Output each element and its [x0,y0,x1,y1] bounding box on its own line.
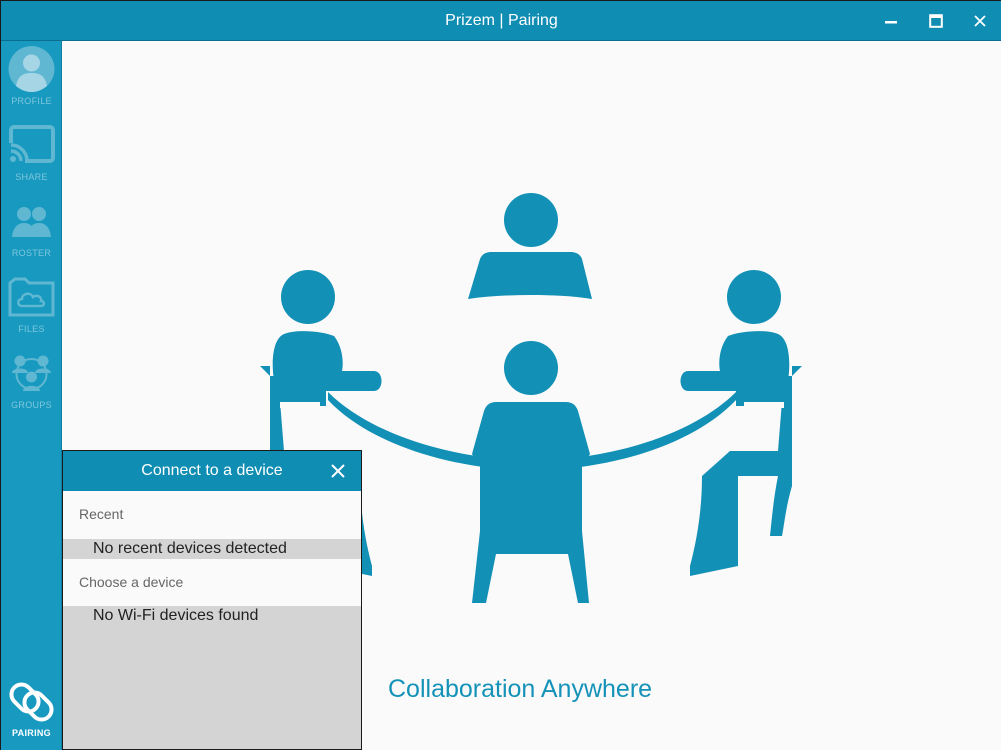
sidebar-item-roster[interactable]: ROSTER [1,195,62,271]
dialog-title: Connect to a device [141,462,283,479]
recent-empty-message: No recent devices detected [63,539,361,559]
sidebar-item-label: PROFILE [11,96,52,106]
maximize-button[interactable] [914,1,958,41]
cast-icon [9,125,55,163]
connect-dialog: Connect to a device Recent No recent dev… [62,450,362,750]
sidebar-item-share[interactable]: SHARE [1,119,62,195]
choose-section-header: Choose a device [63,559,361,606]
minimize-button[interactable] [869,1,913,41]
recent-section-header: Recent [63,491,361,539]
app-window: Prizem | Pairing PROFILE SHARE ROSTER FI… [0,0,1001,750]
title-bar[interactable]: Prizem | Pairing [1,1,1001,41]
profile-icon [8,46,55,92]
sidebar-item-label: FILES [18,324,45,334]
link-icon [9,682,54,722]
dialog-close-button[interactable] [325,458,351,484]
close-button[interactable] [958,1,1001,41]
sidebar-item-files[interactable]: FILES [1,271,62,347]
tagline: Collaboration Anywhere [388,675,653,703]
sidebar-item-groups[interactable]: GROUPS [1,347,62,423]
cloud-folder-icon [8,277,55,317]
sidebar-item-label: PAIRING [12,728,51,738]
sidebar-item-pairing[interactable]: PAIRING [1,675,62,750]
people-icon [12,207,51,237]
sidebar-item-label: SHARE [15,172,48,182]
wifi-empty-message: No Wi-Fi devices found [63,606,361,626]
minimize-icon [885,21,897,24]
sidebar-item-profile[interactable]: PROFILE [1,43,62,119]
close-icon [331,464,345,478]
sidebar-item-label: ROSTER [11,248,52,258]
maximize-icon [929,14,943,28]
close-icon [974,15,986,27]
dialog-header: Connect to a device [63,451,361,491]
groups-icon [12,355,51,391]
sidebar-item-label: GROUPS [11,400,52,410]
window-title: Prizem | Pairing [445,12,558,29]
sidebar: PROFILE SHARE ROSTER FILES GROUPS PAIRIN… [1,41,62,750]
